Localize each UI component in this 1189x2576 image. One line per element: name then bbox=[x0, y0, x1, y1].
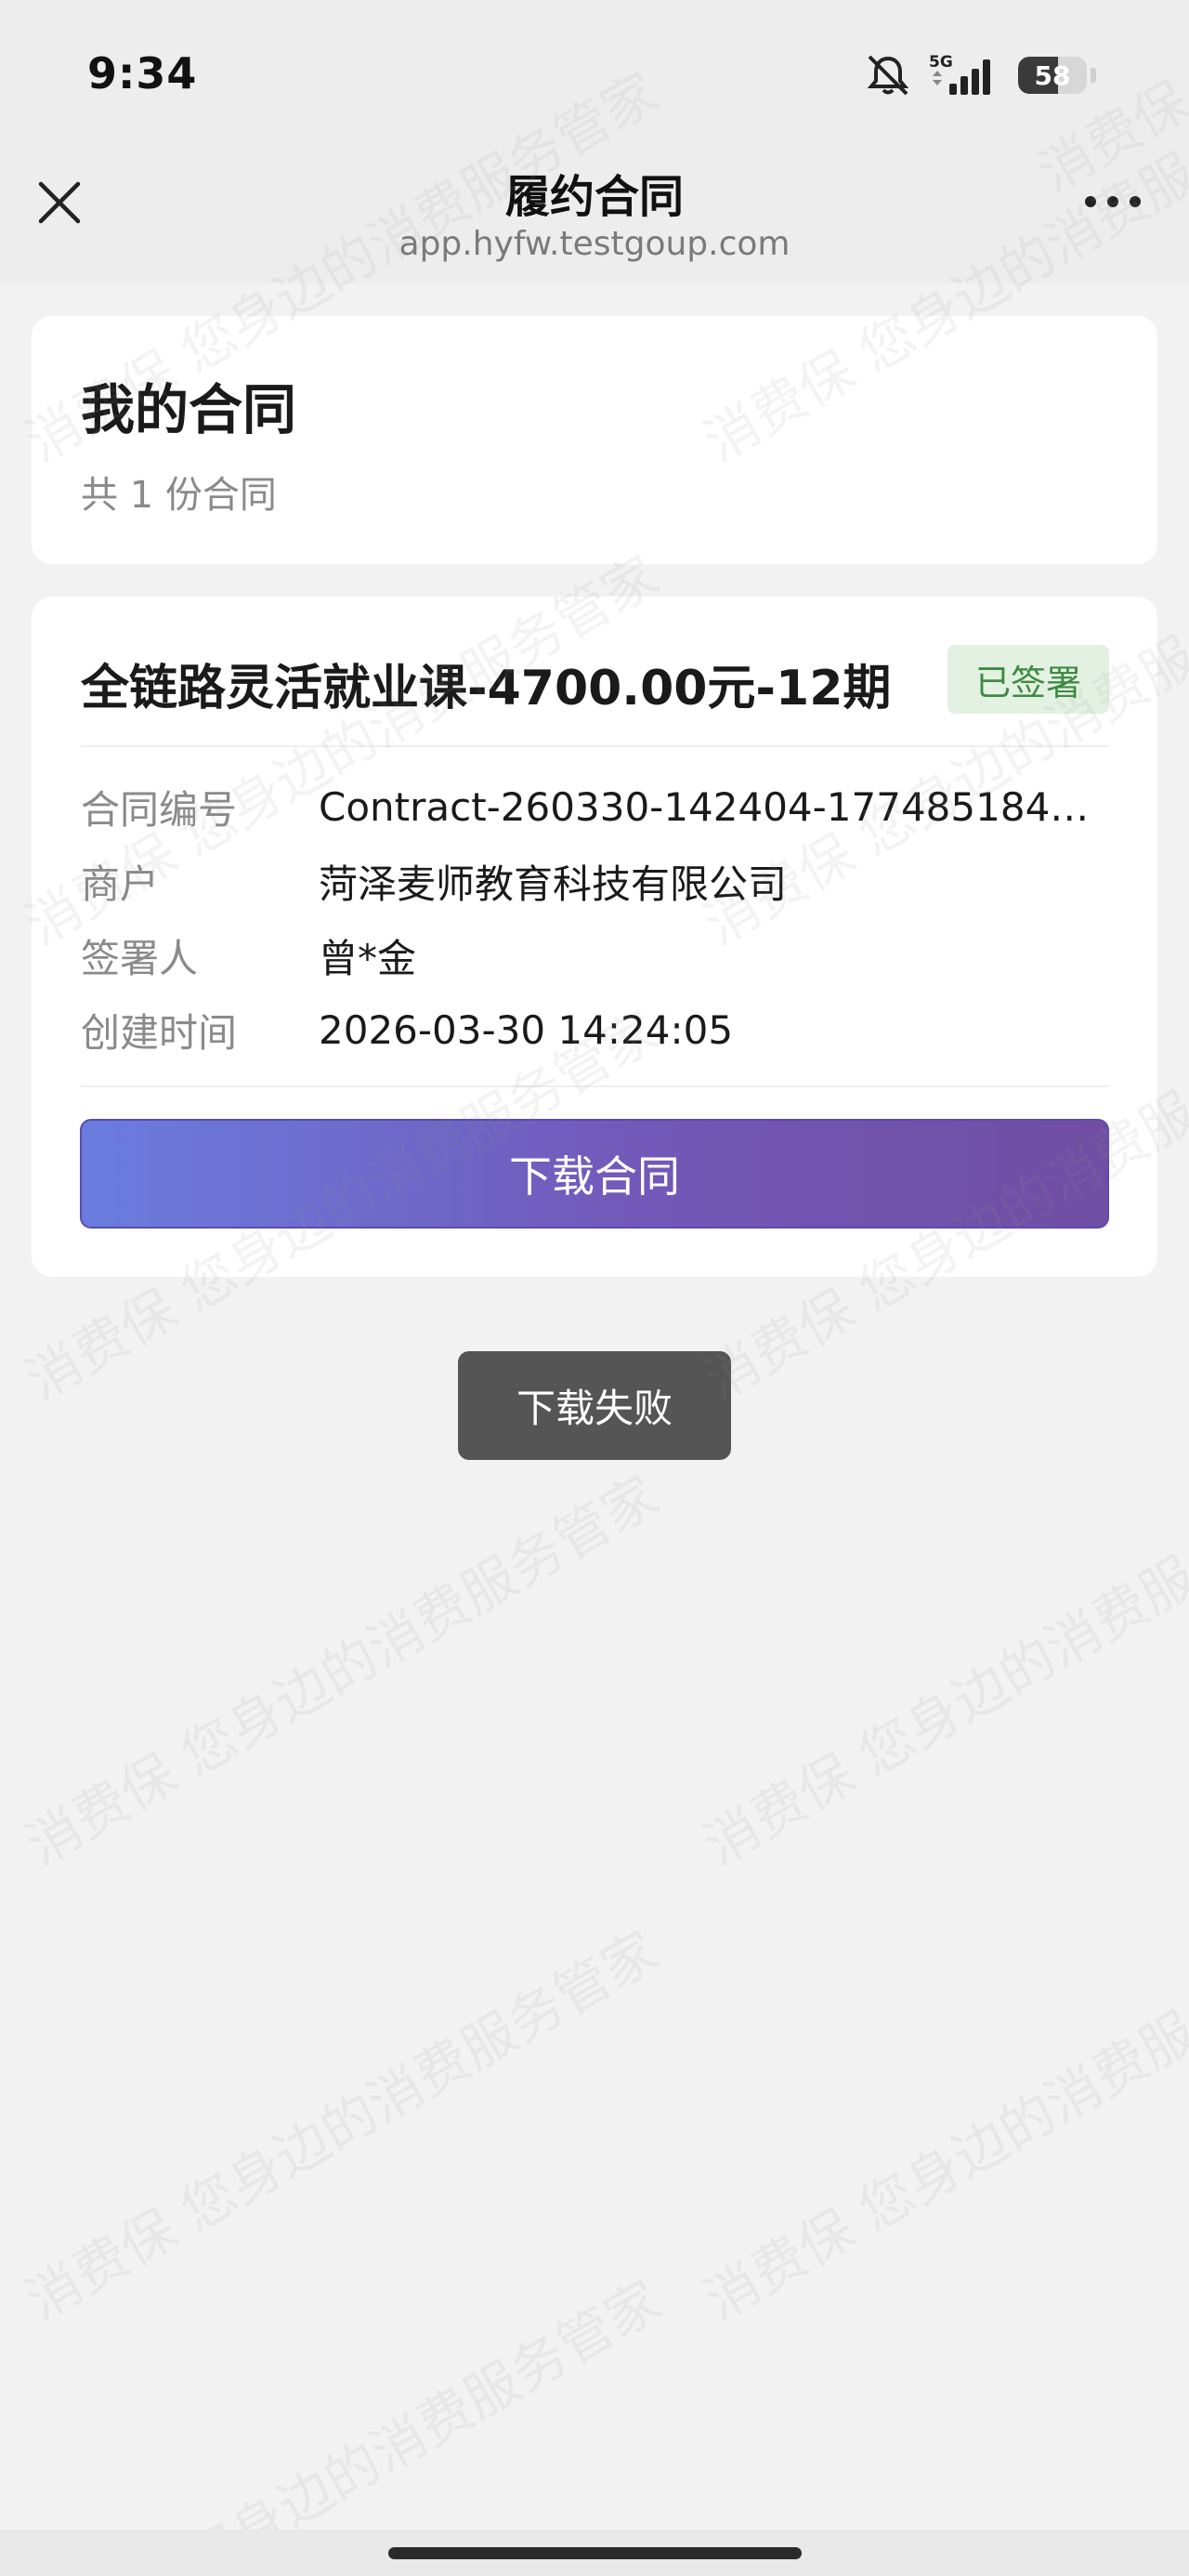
nav-header: 履约合同 app.hyfw.testgoup.com bbox=[0, 139, 1189, 283]
toast-message: 下载失败 bbox=[458, 1351, 731, 1460]
home-indicator[interactable] bbox=[388, 2547, 802, 2559]
contract-card: 全链路灵活就业课-4700.00元-12期 已签署 合同编号 Contract-… bbox=[32, 597, 1157, 1277]
contract-title: 全链路灵活就业课-4700.00元-12期 bbox=[81, 661, 892, 716]
watermark-text: 消费保 您身边的消费服务管家 bbox=[15, 1919, 669, 2333]
mute-bell-icon bbox=[867, 55, 909, 96]
info-row-signer: 签署人 曾*金 bbox=[81, 926, 1109, 985]
info-row-created-time: 创建时间 2026-03-30 14:24:05 bbox=[81, 1000, 1109, 1059]
status-badge: 已签署 bbox=[947, 645, 1109, 714]
divider bbox=[81, 745, 1109, 747]
watermark-text: 消费保 您身边的消费服务管家 bbox=[15, 1464, 669, 1878]
section-title: 我的合同 bbox=[81, 378, 297, 441]
info-row-merchant: 商户 菏泽麦师教育科技有限公司 bbox=[81, 851, 1109, 911]
watermark-text: 您身边的消费服务管家 bbox=[173, 2268, 672, 2576]
watermark-text: 消费保 您身边的消费服务管家 bbox=[693, 1464, 1189, 1878]
info-row-contract-number: 合同编号 Contract-260330-142404-17748518446… bbox=[81, 777, 1109, 836]
battery-cap bbox=[1091, 68, 1096, 83]
info-label: 签署人 bbox=[81, 935, 199, 981]
page-title: 履约合同 bbox=[504, 171, 684, 223]
info-value: Contract-260330-142404-17748518446… bbox=[319, 783, 1109, 830]
network-type-label: 5G bbox=[929, 53, 953, 72]
watermark-text: 消费保 您身边的消费服务管家 bbox=[693, 1919, 1189, 2333]
cellular-signal-icon: 5G bbox=[929, 53, 990, 95]
contract-count: 共 1 份合同 bbox=[81, 474, 277, 517]
status-time: 9:34 bbox=[87, 48, 198, 99]
battery-level: 58 bbox=[1034, 59, 1071, 91]
info-label: 合同编号 bbox=[81, 786, 238, 833]
info-label: 商户 bbox=[81, 861, 160, 907]
contract-summary-card: 我的合同 共 1 份合同 bbox=[32, 316, 1157, 564]
more-icon[interactable] bbox=[1083, 188, 1143, 216]
info-value: 2026-03-30 14:24:05 bbox=[319, 1006, 734, 1053]
status-bar: 9:34 5G 58 bbox=[0, 0, 1189, 139]
status-icons: 5G 58 bbox=[864, 52, 1096, 99]
info-value: 菏泽麦师教育科技有限公司 bbox=[319, 861, 788, 907]
battery-icon: 58 bbox=[1018, 57, 1087, 94]
info-label: 创建时间 bbox=[81, 1009, 238, 1056]
info-value: 曾*金 bbox=[319, 935, 417, 981]
divider bbox=[81, 1085, 1109, 1087]
download-contract-button[interactable]: 下载合同 bbox=[80, 1119, 1109, 1229]
page-url: app.hyfw.testgoup.com bbox=[399, 225, 790, 263]
